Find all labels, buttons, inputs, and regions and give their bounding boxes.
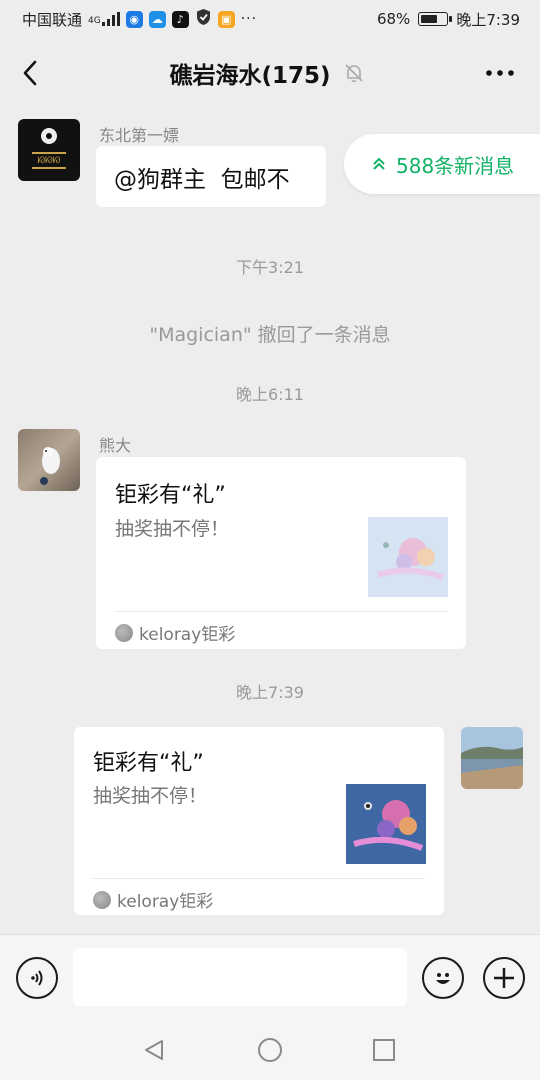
network-type-label: 4G [88, 16, 101, 26]
card-thumbnail [346, 784, 426, 864]
carrier-label: 中国联通 [22, 10, 83, 29]
mute-bell-icon [344, 64, 363, 83]
svg-text:ᘗᘗᘗ: ᘗᘗᘗ [38, 156, 61, 166]
cloud-app-icon: ☁ [148, 10, 166, 28]
card-description: 抽奖抽不停！ [93, 785, 208, 807]
nav-recents-button[interactable] [368, 1034, 400, 1066]
shield-app-icon: ◉ [125, 10, 143, 28]
chat-header: 礁岩海水(175) [0, 38, 540, 108]
link-card[interactable]: 钜彩有“礼” 抽奖抽不停！ keloray钜彩 [74, 727, 444, 915]
back-arrow-icon [23, 60, 37, 86]
more-icon [486, 70, 514, 76]
card-divider [115, 611, 447, 612]
square-recents-icon [373, 1039, 395, 1061]
system-message: "Magician" 撤回了一条消息 [149, 324, 391, 346]
card-divider [93, 878, 425, 879]
card-source: keloray钜彩 [93, 887, 213, 912]
timestamp: 晚上7:39 [236, 683, 304, 702]
sender-name: 熊大 [99, 436, 132, 455]
more-notifications-icon: ··· [240, 11, 258, 27]
card-thumbnail [368, 517, 448, 597]
system-nav-bar [0, 1020, 540, 1080]
tiktok-app-icon: ♪ [171, 10, 189, 28]
source-logo-icon [93, 890, 111, 909]
source-logo-icon [115, 623, 133, 642]
voice-icon [31, 970, 43, 986]
input-bar [0, 934, 540, 1020]
security-app-icon [195, 8, 212, 30]
status-right: 68% 晚上7:39 [377, 9, 520, 30]
card-source: keloray钜彩 [115, 620, 235, 645]
chat-title: 礁岩海水(175) [169, 63, 331, 89]
avatar[interactable]: ᘗᘗᘗ [18, 119, 80, 181]
double-chevron-up-icon [373, 157, 385, 170]
title-wrap: 礁岩海水(175) [60, 56, 460, 90]
new-messages-button[interactable]: 588条新消息 [344, 134, 540, 194]
card-title: 钜彩有“礼” [115, 483, 226, 508]
emoji-icon [436, 973, 450, 984]
voice-button[interactable] [16, 957, 58, 999]
link-card[interactable]: 钜彩有“礼” 抽奖抽不停！ keloray钜彩 [96, 457, 466, 649]
battery-fill [421, 15, 437, 23]
orange-app-icon: ▣ [217, 10, 235, 28]
message-input[interactable] [73, 948, 407, 1006]
status-left: 中国联通 4G ◉ ☁ ♪ ▣ ··· [22, 8, 257, 30]
plus-button[interactable] [483, 957, 525, 999]
emoji-button[interactable] [422, 957, 464, 999]
timestamp: 下午3:21 [236, 258, 304, 277]
avatar[interactable] [18, 429, 80, 491]
nav-home-button[interactable] [254, 1034, 286, 1066]
message-text: @狗群主 包邮不 [114, 166, 290, 193]
status-bar: 中国联通 4G ◉ ☁ ♪ ▣ ··· 68% 晚上7:39 [0, 0, 540, 38]
new-messages-label: 588条新消息 [396, 153, 515, 178]
nav-back-button[interactable] [138, 1034, 170, 1066]
circle-home-icon [258, 1038, 282, 1062]
back-button[interactable] [0, 38, 60, 108]
triangle-back-icon [145, 1040, 163, 1060]
more-button[interactable] [460, 38, 540, 108]
card-description: 抽奖抽不停！ [115, 518, 230, 540]
battery-icon [418, 12, 453, 26]
sender-name: 东北第一嫖 [99, 126, 180, 145]
message-bubble[interactable]: @狗群主 包邮不 [96, 146, 326, 207]
plus-icon [494, 968, 514, 988]
card-source-label: keloray钜彩 [139, 625, 236, 645]
card-source-label: keloray钜彩 [117, 892, 214, 912]
timestamp: 晚上6:11 [236, 385, 304, 404]
my-avatar[interactable] [461, 727, 523, 789]
battery-percent: 68% [376, 10, 411, 28]
card-title: 钜彩有“礼” [93, 751, 204, 776]
signal-icon: 4G [88, 12, 120, 26]
clock: 晚上7:39 [456, 10, 520, 29]
